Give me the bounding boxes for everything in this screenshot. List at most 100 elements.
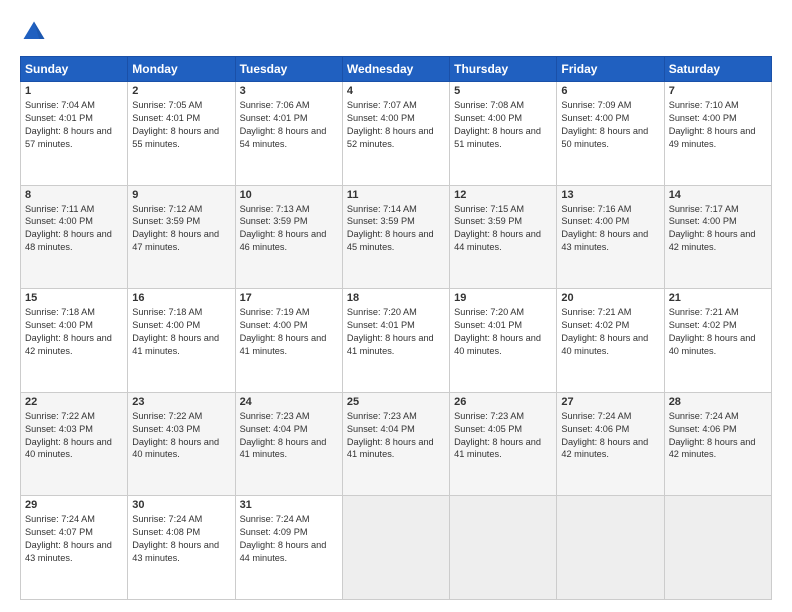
logo-icon bbox=[20, 18, 48, 46]
sunset-label: Sunset: 4:00 PM bbox=[669, 216, 737, 226]
calendar-cell: 9 Sunrise: 7:12 AM Sunset: 3:59 PM Dayli… bbox=[128, 185, 235, 289]
calendar-cell: 2 Sunrise: 7:05 AM Sunset: 4:01 PM Dayli… bbox=[128, 82, 235, 186]
sunrise-label: Sunrise: 7:15 AM bbox=[454, 204, 524, 214]
day-header-friday: Friday bbox=[557, 57, 664, 82]
calendar-cell: 13 Sunrise: 7:16 AM Sunset: 4:00 PM Dayl… bbox=[557, 185, 664, 289]
calendar-cell: 27 Sunrise: 7:24 AM Sunset: 4:06 PM Dayl… bbox=[557, 392, 664, 496]
sunrise-label: Sunrise: 7:24 AM bbox=[561, 411, 631, 421]
day-info: Sunrise: 7:24 AM Sunset: 4:07 PM Dayligh… bbox=[25, 513, 123, 565]
sunset-label: Sunset: 3:59 PM bbox=[454, 216, 522, 226]
calendar-cell: 16 Sunrise: 7:18 AM Sunset: 4:00 PM Dayl… bbox=[128, 289, 235, 393]
sunset-label: Sunset: 4:00 PM bbox=[25, 320, 93, 330]
daylight-label: Daylight: 8 hours and 42 minutes. bbox=[25, 333, 112, 356]
calendar-cell: 17 Sunrise: 7:19 AM Sunset: 4:00 PM Dayl… bbox=[235, 289, 342, 393]
daylight-label: Daylight: 8 hours and 40 minutes. bbox=[561, 333, 648, 356]
day-number: 14 bbox=[669, 189, 767, 201]
day-number: 28 bbox=[669, 396, 767, 408]
day-header-sunday: Sunday bbox=[21, 57, 128, 82]
daylight-label: Daylight: 8 hours and 43 minutes. bbox=[132, 540, 219, 563]
day-number: 6 bbox=[561, 85, 659, 97]
sunset-label: Sunset: 4:04 PM bbox=[240, 424, 308, 434]
daylight-label: Daylight: 8 hours and 42 minutes. bbox=[669, 229, 756, 252]
day-info: Sunrise: 7:19 AM Sunset: 4:00 PM Dayligh… bbox=[240, 306, 338, 358]
calendar-cell: 6 Sunrise: 7:09 AM Sunset: 4:00 PM Dayli… bbox=[557, 82, 664, 186]
day-info: Sunrise: 7:12 AM Sunset: 3:59 PM Dayligh… bbox=[132, 203, 230, 255]
sunrise-label: Sunrise: 7:20 AM bbox=[347, 307, 417, 317]
day-number: 9 bbox=[132, 189, 230, 201]
sunrise-label: Sunrise: 7:22 AM bbox=[25, 411, 95, 421]
calendar-cell: 14 Sunrise: 7:17 AM Sunset: 4:00 PM Dayl… bbox=[664, 185, 771, 289]
day-number: 23 bbox=[132, 396, 230, 408]
day-header-thursday: Thursday bbox=[450, 57, 557, 82]
calendar-cell: 3 Sunrise: 7:06 AM Sunset: 4:01 PM Dayli… bbox=[235, 82, 342, 186]
calendar-cell: 26 Sunrise: 7:23 AM Sunset: 4:05 PM Dayl… bbox=[450, 392, 557, 496]
calendar-cell: 30 Sunrise: 7:24 AM Sunset: 4:08 PM Dayl… bbox=[128, 496, 235, 600]
calendar-cell: 23 Sunrise: 7:22 AM Sunset: 4:03 PM Dayl… bbox=[128, 392, 235, 496]
daylight-label: Daylight: 8 hours and 43 minutes. bbox=[561, 229, 648, 252]
day-info: Sunrise: 7:08 AM Sunset: 4:00 PM Dayligh… bbox=[454, 99, 552, 151]
calendar-body: 1 Sunrise: 7:04 AM Sunset: 4:01 PM Dayli… bbox=[21, 82, 772, 600]
sunset-label: Sunset: 4:00 PM bbox=[347, 113, 415, 123]
sunset-label: Sunset: 4:00 PM bbox=[132, 320, 200, 330]
day-info: Sunrise: 7:06 AM Sunset: 4:01 PM Dayligh… bbox=[240, 99, 338, 151]
week-row-5: 29 Sunrise: 7:24 AM Sunset: 4:07 PM Dayl… bbox=[21, 496, 772, 600]
sunset-label: Sunset: 4:06 PM bbox=[669, 424, 737, 434]
sunrise-label: Sunrise: 7:24 AM bbox=[132, 514, 202, 524]
daylight-label: Daylight: 8 hours and 49 minutes. bbox=[669, 126, 756, 149]
day-info: Sunrise: 7:15 AM Sunset: 3:59 PM Dayligh… bbox=[454, 203, 552, 255]
calendar-cell: 15 Sunrise: 7:18 AM Sunset: 4:00 PM Dayl… bbox=[21, 289, 128, 393]
day-number: 30 bbox=[132, 499, 230, 511]
sunset-label: Sunset: 4:00 PM bbox=[240, 320, 308, 330]
day-info: Sunrise: 7:13 AM Sunset: 3:59 PM Dayligh… bbox=[240, 203, 338, 255]
day-info: Sunrise: 7:22 AM Sunset: 4:03 PM Dayligh… bbox=[25, 410, 123, 462]
day-info: Sunrise: 7:21 AM Sunset: 4:02 PM Dayligh… bbox=[669, 306, 767, 358]
day-info: Sunrise: 7:20 AM Sunset: 4:01 PM Dayligh… bbox=[347, 306, 445, 358]
day-info: Sunrise: 7:18 AM Sunset: 4:00 PM Dayligh… bbox=[25, 306, 123, 358]
daylight-label: Daylight: 8 hours and 41 minutes. bbox=[240, 333, 327, 356]
day-number: 29 bbox=[25, 499, 123, 511]
calendar-cell: 11 Sunrise: 7:14 AM Sunset: 3:59 PM Dayl… bbox=[342, 185, 449, 289]
calendar-cell: 1 Sunrise: 7:04 AM Sunset: 4:01 PM Dayli… bbox=[21, 82, 128, 186]
day-number: 4 bbox=[347, 85, 445, 97]
week-row-4: 22 Sunrise: 7:22 AM Sunset: 4:03 PM Dayl… bbox=[21, 392, 772, 496]
day-number: 20 bbox=[561, 292, 659, 304]
daylight-label: Daylight: 8 hours and 44 minutes. bbox=[454, 229, 541, 252]
day-info: Sunrise: 7:14 AM Sunset: 3:59 PM Dayligh… bbox=[347, 203, 445, 255]
day-number: 3 bbox=[240, 85, 338, 97]
daylight-label: Daylight: 8 hours and 52 minutes. bbox=[347, 126, 434, 149]
day-info: Sunrise: 7:11 AM Sunset: 4:00 PM Dayligh… bbox=[25, 203, 123, 255]
day-info: Sunrise: 7:21 AM Sunset: 4:02 PM Dayligh… bbox=[561, 306, 659, 358]
calendar-cell: 29 Sunrise: 7:24 AM Sunset: 4:07 PM Dayl… bbox=[21, 496, 128, 600]
day-number: 12 bbox=[454, 189, 552, 201]
sunset-label: Sunset: 4:05 PM bbox=[454, 424, 522, 434]
sunset-label: Sunset: 4:01 PM bbox=[25, 113, 93, 123]
calendar-cell: 21 Sunrise: 7:21 AM Sunset: 4:02 PM Dayl… bbox=[664, 289, 771, 393]
day-number: 22 bbox=[25, 396, 123, 408]
sunrise-label: Sunrise: 7:17 AM bbox=[669, 204, 739, 214]
day-info: Sunrise: 7:23 AM Sunset: 4:04 PM Dayligh… bbox=[240, 410, 338, 462]
calendar-cell: 20 Sunrise: 7:21 AM Sunset: 4:02 PM Dayl… bbox=[557, 289, 664, 393]
sunrise-label: Sunrise: 7:12 AM bbox=[132, 204, 202, 214]
day-number: 2 bbox=[132, 85, 230, 97]
sunset-label: Sunset: 4:04 PM bbox=[347, 424, 415, 434]
daylight-label: Daylight: 8 hours and 41 minutes. bbox=[454, 437, 541, 460]
day-info: Sunrise: 7:04 AM Sunset: 4:01 PM Dayligh… bbox=[25, 99, 123, 151]
daylight-label: Daylight: 8 hours and 48 minutes. bbox=[25, 229, 112, 252]
day-number: 16 bbox=[132, 292, 230, 304]
calendar-cell: 12 Sunrise: 7:15 AM Sunset: 3:59 PM Dayl… bbox=[450, 185, 557, 289]
day-info: Sunrise: 7:20 AM Sunset: 4:01 PM Dayligh… bbox=[454, 306, 552, 358]
sunset-label: Sunset: 4:00 PM bbox=[25, 216, 93, 226]
day-number: 19 bbox=[454, 292, 552, 304]
day-info: Sunrise: 7:18 AM Sunset: 4:00 PM Dayligh… bbox=[132, 306, 230, 358]
day-info: Sunrise: 7:24 AM Sunset: 4:09 PM Dayligh… bbox=[240, 513, 338, 565]
calendar-table: SundayMondayTuesdayWednesdayThursdayFrid… bbox=[20, 56, 772, 600]
sunrise-label: Sunrise: 7:13 AM bbox=[240, 204, 310, 214]
day-number: 24 bbox=[240, 396, 338, 408]
calendar-cell: 10 Sunrise: 7:13 AM Sunset: 3:59 PM Dayl… bbox=[235, 185, 342, 289]
sunrise-label: Sunrise: 7:21 AM bbox=[669, 307, 739, 317]
calendar-header-row: SundayMondayTuesdayWednesdayThursdayFrid… bbox=[21, 57, 772, 82]
sunrise-label: Sunrise: 7:06 AM bbox=[240, 100, 310, 110]
daylight-label: Daylight: 8 hours and 43 minutes. bbox=[25, 540, 112, 563]
day-number: 31 bbox=[240, 499, 338, 511]
day-header-wednesday: Wednesday bbox=[342, 57, 449, 82]
